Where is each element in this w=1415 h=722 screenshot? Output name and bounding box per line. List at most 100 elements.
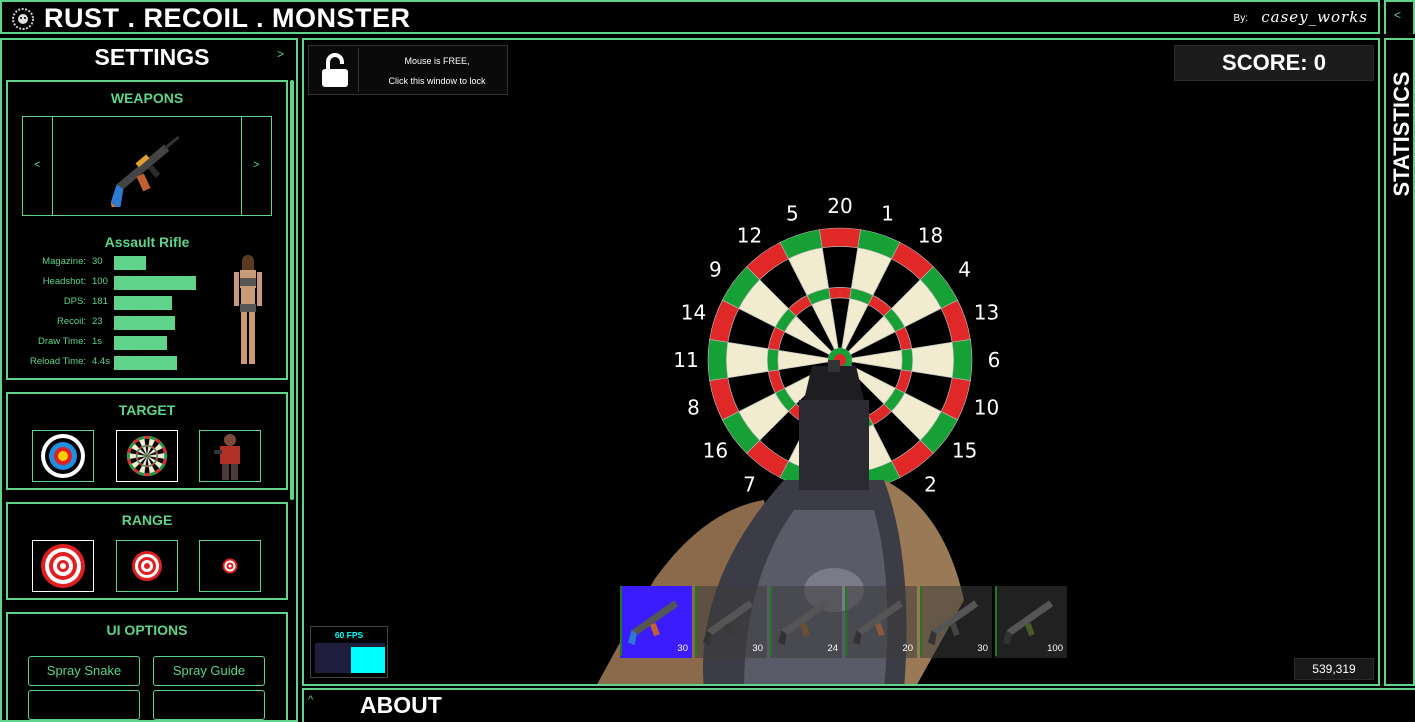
lock-status-text: Mouse is FREE, [404,56,470,66]
mouse-lock-panel[interactable]: Mouse is FREE, Click this window to lock [308,45,508,95]
far-range-button[interactable] [199,540,261,592]
hotbar-slot-mp5[interactable]: 30 [920,586,992,658]
range-section: RANGE [6,502,288,600]
author-signature[interactable]: casey_works [1261,8,1368,26]
small-bullseye-icon [222,558,238,574]
dartboard-number: 5 [786,202,799,226]
by-label: By: [1233,13,1248,24]
score-display: SCORE: 0 [1174,45,1374,81]
weapon-stat-row: Magazine: 30 [8,256,208,270]
lock-icon-box [311,48,359,92]
stat-label: Magazine: [42,256,86,267]
stat-label: Reload Time: [30,356,86,367]
dartboard-target-button[interactable] [116,430,178,482]
dartboard-segment [163,452,168,460]
header-collapse-button[interactable]: < [1384,0,1415,34]
mp5-icon [927,600,979,646]
slot-ammo-count: 24 [827,643,838,654]
hotbar-slot-lr300[interactable]: 30 [695,586,767,658]
assault-rifle-icon [110,135,180,207]
spray-guide-button[interactable]: Spray Guide [153,656,265,686]
stat-label: DPS: [63,296,86,307]
lr300-icon [702,600,754,646]
weapon-name: Assault Rifle [104,234,190,250]
weapon-hotbar: 30 30 24 20 30 100 [620,586,1070,660]
about-expand-button[interactable]: ^ [308,694,313,706]
slot-ammo-count: 30 [977,643,988,654]
dartboard-number: 1 [881,202,894,226]
dartboard-segment [145,465,149,468]
dartboard-segment [143,472,151,477]
app-title: RUST . RECOIL . MONSTER [44,3,411,33]
weapon-stat-row: DPS: 181 [8,296,208,310]
fps-graph [315,643,385,673]
slot-edge [995,586,997,656]
statistics-title: STATISTICS [1389,71,1414,197]
range-title: RANGE [121,512,173,528]
settings-scrollbar[interactable] [290,80,294,500]
about-panel[interactable]: ^ ABOUT [302,688,1415,722]
weapon-stat-row: Headshot: 100 [8,276,208,290]
hotbar-slot-m249[interactable]: 100 [995,586,1067,658]
assault-rifle-icon [627,600,679,646]
stat-label: Draw Time: [37,336,86,347]
stat-bar [114,316,175,330]
dartboard-number: 9 [709,257,722,281]
weapons-title: WEAPONS [110,90,184,106]
fps-meter: 60 FPS [310,626,388,678]
top-header: RUST . RECOIL . MONSTER By: casey_works [0,0,1380,34]
ui-option-button[interactable] [28,690,140,720]
stat-bar [114,276,196,290]
dartboard-segment [156,454,159,458]
settings-panel: SETTINGS > WEAPONS < > Assault Rifle Mag… [0,38,298,722]
bullseye-target-button[interactable] [32,430,94,482]
stat-bar [114,256,146,270]
thompson-icon [777,600,829,646]
lion-logo-icon [12,8,34,30]
large-bullseye-icon [41,544,85,588]
spray-snake-button[interactable]: Spray Snake [28,656,140,686]
dartboard-number: 20 [827,194,852,218]
bullseye [146,455,148,457]
carousel-divider [241,117,242,215]
slot-edge [695,586,697,656]
game-viewport[interactable]: Mouse is FREE, Click this window to lock… [302,38,1380,686]
weapon-stat-row: Draw Time: 1s [8,336,208,350]
weapons-section: WEAPONS < > Assault Rifle Magazine: 30 Hea… [6,80,288,380]
dartboard-number: 14 [681,300,706,324]
weapon-carousel: < > [22,116,272,216]
hotbar-slot-custom-smg[interactable]: 20 [845,586,917,658]
dartboard-segment [126,452,131,460]
slot-ammo-count: 20 [902,643,913,654]
medium-bullseye-icon [132,551,162,581]
statistics-panel[interactable]: STATISTICS [1384,38,1415,686]
dartboard-segment [135,454,138,458]
stat-bar [114,336,167,350]
bullseye-icon [41,434,85,478]
hotbar-slot-thompson[interactable]: 24 [770,586,842,658]
ui-options-title: UI OPTIONS [106,622,188,638]
dartboard-number: 18 [918,223,943,247]
character-model [234,255,262,364]
ui-option-button[interactable] [153,690,265,720]
settings-toggle-button[interactable]: > [277,47,284,61]
slot-ammo-count: 100 [1047,643,1063,654]
fps-label: 60 FPS [334,630,364,640]
stat-label: Recoil: [56,316,86,327]
slot-edge [620,586,622,656]
dartboard-number: 13 [974,300,999,324]
unlock-icon [322,53,348,87]
slot-ammo-count: 30 [677,643,688,654]
settings-title: SETTINGS [94,44,210,70]
near-range-button[interactable] [32,540,94,592]
weapon-next-button[interactable]: > [253,159,259,171]
stat-bar [114,296,172,310]
target-title: TARGET [118,402,176,418]
weapon-prev-button[interactable]: < [34,159,40,171]
hotbar-slot-assault-rifle[interactable]: 30 [620,586,692,658]
medium-range-button[interactable] [116,540,178,592]
dartboard-segment [828,287,852,300]
dartboard-segment [819,227,861,249]
player-icon [214,434,240,480]
player-target-button[interactable] [199,430,261,482]
